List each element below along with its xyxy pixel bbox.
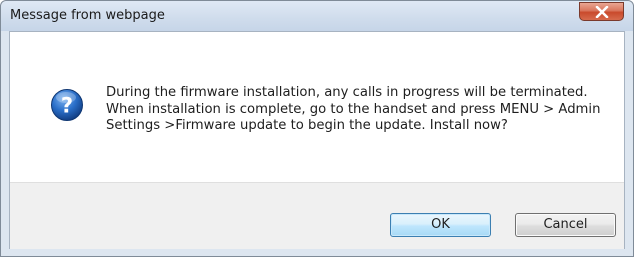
dialog-content: ? During the firmware installation, any … [10,32,624,182]
window-title: Message from webpage [10,8,165,23]
dialog-button-bar: OK Cancel [10,182,624,249]
dialog-message: During the firmware installation, any ca… [106,85,601,133]
dialog-client-area: ? During the firmware installation, any … [9,31,625,249]
close-icon [595,6,609,18]
cancel-button[interactable]: Cancel [515,213,616,237]
svg-text:?: ? [61,94,73,118]
title-bar[interactable]: Message from webpage [1,1,633,31]
question-icon: ? [51,89,83,121]
close-button[interactable] [579,2,624,21]
ok-button[interactable]: OK [390,213,491,237]
message-dialog-window: Message from webpage ? During the firmwa… [0,0,634,257]
